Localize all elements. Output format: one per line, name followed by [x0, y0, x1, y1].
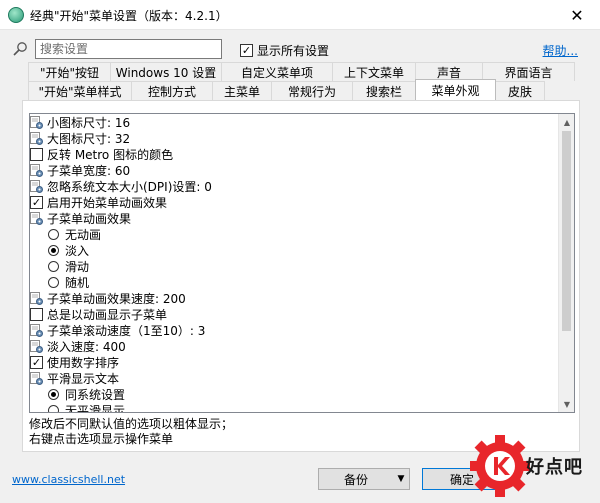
- tab-row2-4[interactable]: 搜索栏: [352, 81, 416, 100]
- setting-icon: [30, 291, 43, 305]
- settings-list[interactable]: 小图标尺寸: 16 大图标尺寸: 32 反转 Metro 图标的颜色 子菜单宽度: 6…: [29, 113, 575, 413]
- setting-label: 使用数字排序: [47, 355, 120, 370]
- tab-strip: "开始"按钮 Windows 10 设置 自定义菜单项 上下文菜单 声音 界面语言 "开始…: [28, 62, 580, 100]
- setting-label: 大图标尺寸: 32: [47, 131, 131, 146]
- tab-row2-0[interactable]: "开始"菜单样式: [28, 81, 132, 100]
- tab-row-2: "开始"菜单样式 控制方式 主菜单 常规行为 搜索栏 菜单外观 皮肤: [28, 79, 545, 100]
- chevron-down-icon: ▼: [397, 474, 405, 484]
- setting-label: 淡入速度: 400: [47, 339, 126, 354]
- tab-row2-3[interactable]: 常规行为: [271, 81, 353, 100]
- setting-label: 子菜单宽度: 60: [47, 163, 131, 178]
- website-link[interactable]: www.classicshell.net: [12, 473, 125, 486]
- setting-label: 子菜单动画效果速度: 200: [47, 291, 186, 306]
- setting-radio[interactable]: [48, 228, 59, 240]
- setting-checkbox[interactable]: ✓: [30, 195, 43, 209]
- setting-item[interactable]: 平滑显示文本: [30, 370, 560, 386]
- search-icon: [13, 42, 27, 56]
- hint-line-1: 修改后不同默认值的选项以粗体显示；: [29, 417, 234, 431]
- show-all-label: 显示所有设置: [257, 44, 330, 58]
- tab-row2-6[interactable]: 皮肤: [495, 81, 545, 100]
- setting-label: 反转 Metro 图标的颜色: [47, 147, 174, 162]
- hint-text: 修改后不同默认值的选项以粗体显示； 右键点击选项显示操作菜单: [29, 417, 233, 447]
- setting-item[interactable]: ✓ 启用开始菜单动画效果: [30, 194, 560, 210]
- setting-item[interactable]: 无动画: [30, 226, 560, 242]
- tab-row2-2[interactable]: 主菜单: [212, 81, 272, 100]
- tab-row2-5[interactable]: 菜单外观: [415, 79, 496, 100]
- backup-button[interactable]: 备份 ▼: [318, 468, 410, 490]
- setting-radio[interactable]: [48, 388, 59, 400]
- scroll-up-icon[interactable]: ▲: [559, 114, 574, 130]
- setting-radio[interactable]: [48, 244, 59, 256]
- setting-label: 同系统设置: [65, 387, 126, 402]
- setting-radio[interactable]: [48, 404, 59, 412]
- setting-label: 忽略系统文本大小(DPI)设置: 0: [47, 179, 212, 194]
- app-icon: [8, 7, 24, 23]
- setting-icon: [30, 371, 43, 385]
- tab-row1-3[interactable]: 上下文菜单: [332, 62, 416, 81]
- scrollbar-thumb[interactable]: [562, 131, 571, 331]
- setting-label: 总是以动画显示子菜单: [47, 307, 168, 322]
- setting-icon: [30, 131, 43, 145]
- setting-radio[interactable]: [48, 276, 59, 288]
- setting-item[interactable]: 子菜单动画效果速度: 200: [30, 290, 560, 306]
- setting-label: 淡入: [65, 243, 90, 258]
- setting-checkbox[interactable]: [30, 307, 43, 321]
- tab-row1-0[interactable]: "开始"按钮: [28, 62, 111, 81]
- setting-label: 无平滑显示: [65, 403, 126, 413]
- setting-item[interactable]: 无平滑显示: [30, 402, 560, 413]
- scroll-down-icon[interactable]: ▼: [559, 396, 574, 412]
- close-button[interactable]: ✕: [554, 0, 600, 30]
- setting-icon: [30, 163, 43, 177]
- setting-icon: [30, 211, 43, 225]
- watermark-gear-icon: [470, 435, 530, 497]
- setting-item[interactable]: 子菜单滚动速度（1至10）: 3: [30, 322, 560, 338]
- setting-item[interactable]: 大图标尺寸: 32: [30, 130, 560, 146]
- hint-line-2: 右键点击选项显示操作菜单: [29, 432, 174, 446]
- watermark: 好点吧: [466, 428, 600, 503]
- tab-row1-1[interactable]: Windows 10 设置: [110, 62, 222, 81]
- setting-radio[interactable]: [48, 260, 59, 272]
- setting-item[interactable]: 淡入速度: 400: [30, 338, 560, 354]
- search-input[interactable]: [35, 39, 222, 59]
- setting-item[interactable]: 同系统设置: [30, 386, 560, 402]
- help-link[interactable]: 帮助...: [543, 42, 578, 59]
- show-all-settings-checkbox[interactable]: ✓ 显示所有设置: [240, 42, 329, 59]
- window-title: 经典"开始"菜单设置（版本：4.2.1）: [30, 9, 228, 23]
- setting-item[interactable]: 总是以动画显示子菜单: [30, 306, 560, 322]
- setting-label: 子菜单动画效果: [47, 211, 132, 226]
- setting-label: 启用开始菜单动画效果: [47, 195, 168, 210]
- setting-item[interactable]: ✓ 使用数字排序: [30, 354, 560, 370]
- setting-item[interactable]: 小图标尺寸: 16: [30, 114, 560, 130]
- setting-label: 随机: [65, 275, 90, 290]
- setting-icon: [30, 115, 43, 129]
- setting-icon: [30, 179, 43, 193]
- backup-label: 备份: [343, 472, 368, 487]
- setting-label: 子菜单滚动速度（1至10）: 3: [47, 323, 206, 338]
- setting-item[interactable]: 滑动: [30, 258, 560, 274]
- setting-item[interactable]: 子菜单动画效果: [30, 210, 560, 226]
- show-all-check[interactable]: ✓: [240, 44, 253, 57]
- setting-label: 滑动: [65, 259, 90, 274]
- setting-item[interactable]: 淡入: [30, 242, 560, 258]
- tab-row2-1[interactable]: 控制方式: [131, 81, 213, 100]
- search-row: ✓ 显示所有设置 帮助...: [0, 36, 600, 62]
- vertical-scrollbar[interactable]: ▲ ▼: [558, 114, 574, 412]
- setting-item[interactable]: 反转 Metro 图标的颜色: [30, 146, 560, 162]
- setting-icon: [30, 339, 43, 353]
- tab-panel-menu-appearance: 小图标尺寸: 16 大图标尺寸: 32 反转 Metro 图标的颜色 子菜单宽度: 6…: [22, 100, 580, 452]
- setting-checkbox[interactable]: ✓: [30, 355, 43, 369]
- settings-list-items: 小图标尺寸: 16 大图标尺寸: 32 反转 Metro 图标的颜色 子菜单宽度: 6…: [30, 114, 560, 413]
- setting-label: 无动画: [65, 227, 102, 242]
- setting-checkbox[interactable]: [30, 147, 43, 161]
- setting-item[interactable]: 随机: [30, 274, 560, 290]
- setting-label: 平滑显示文本: [47, 371, 120, 386]
- setting-label: 小图标尺寸: 16: [47, 115, 131, 130]
- watermark-text: 好点吧: [526, 457, 583, 478]
- setting-item[interactable]: 子菜单宽度: 60: [30, 162, 560, 178]
- title-bar: 经典"开始"菜单设置（版本：4.2.1） ✕: [0, 0, 600, 30]
- setting-icon: [30, 323, 43, 337]
- setting-item[interactable]: 忽略系统文本大小(DPI)设置: 0: [30, 178, 560, 194]
- tab-row1-2[interactable]: 自定义菜单项: [221, 62, 333, 81]
- close-icon: ✕: [570, 5, 584, 25]
